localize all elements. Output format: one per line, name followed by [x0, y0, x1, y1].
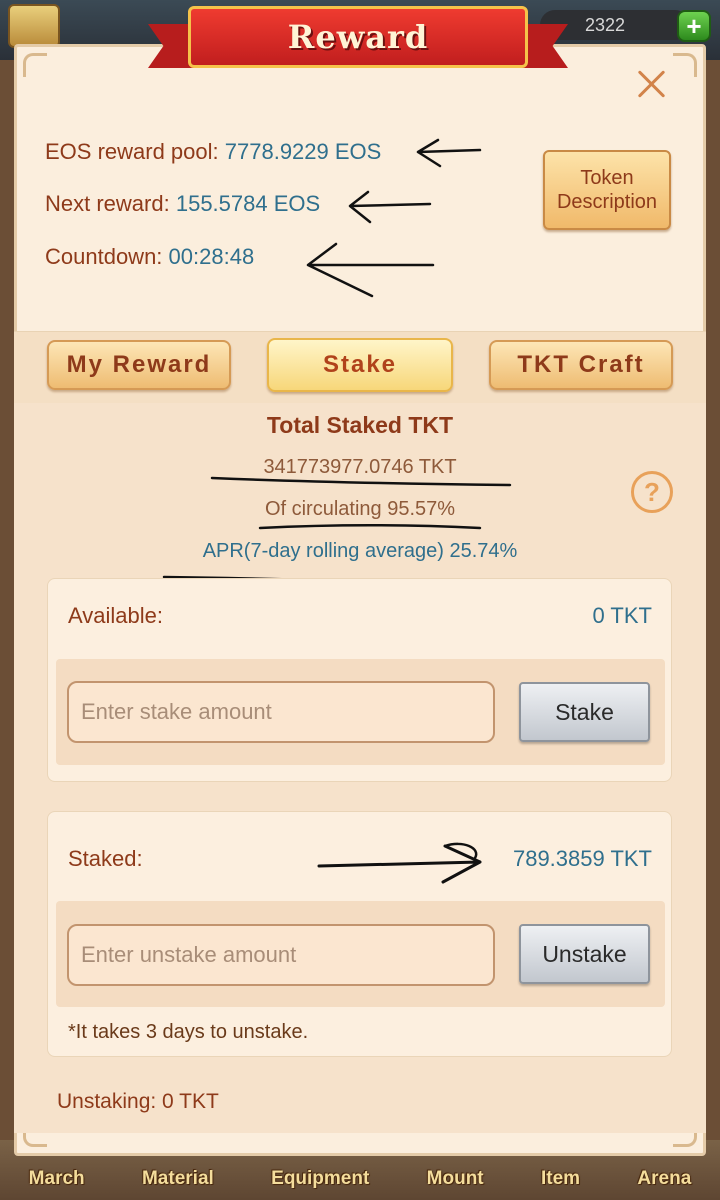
total-staked-heading: Total Staked TKT — [266, 412, 454, 438]
unstaking-status: Unstaking: 0 TKT — [57, 1090, 219, 1113]
help-icon[interactable]: ? — [631, 471, 673, 513]
unstake-button-label: Unstake — [542, 940, 627, 967]
nav-march[interactable]: March — [29, 1168, 85, 1190]
title-ribbon: Reward — [148, 6, 568, 72]
tab-my-reward[interactable]: My Reward — [47, 340, 231, 390]
unstake-amount-input[interactable] — [67, 924, 495, 986]
tab-stake[interactable]: Stake — [267, 338, 453, 392]
corner-ornament — [23, 53, 47, 77]
staked-value: 789.3859 TKT — [512, 846, 652, 871]
nav-mount[interactable]: Mount — [427, 1168, 484, 1190]
countdown-value: 00:28:48 — [168, 244, 255, 269]
nav-equipment[interactable]: Equipment — [271, 1168, 369, 1190]
close-icon[interactable] — [632, 64, 672, 104]
token-button-line-2: Description — [556, 191, 658, 213]
resource-amount: 2322 — [585, 14, 626, 35]
add-resource-button[interactable]: + — [677, 10, 711, 42]
reward-pool-value: 7778.9229 EOS — [224, 139, 382, 164]
staked-label: Staked: — [68, 846, 143, 871]
bottom-nav: March Material Equipment Mount Item Aren… — [0, 1158, 720, 1200]
countdown-label: Countdown: — [45, 244, 163, 269]
stake-amount-input[interactable] — [67, 681, 495, 743]
reward-pool-label: EOS reward pool: — [45, 139, 219, 164]
background-right — [706, 60, 720, 1140]
reward-pool-line: EOS reward pool: 7778.9229 EOS — [45, 139, 381, 165]
total-staked-value: 341773977.0746 TKT — [263, 456, 457, 478]
available-value: 0 TKT — [592, 603, 652, 628]
next-reward-label: Next reward: — [45, 191, 170, 216]
circulating-percent: Of circulating 95.57% — [264, 498, 456, 520]
token-button-line-1: Token — [580, 167, 634, 189]
tab-my-reward-label: My Reward — [66, 351, 212, 378]
token-description-button[interactable]: Token Description — [543, 150, 671, 230]
tab-stake-label: Stake — [322, 351, 398, 378]
background-left — [0, 60, 14, 1140]
nav-item[interactable]: Item — [541, 1168, 580, 1190]
next-reward-value: 155.5784 EOS — [175, 191, 321, 216]
stake-button[interactable]: Stake — [519, 682, 650, 742]
nav-arena[interactable]: Arena — [637, 1168, 691, 1190]
available-label: Available: — [68, 603, 163, 628]
dialog-title: Reward — [287, 18, 429, 56]
apr-value: APR(7-day rolling average) 25.74% — [202, 540, 518, 562]
unstake-note: *It takes 3 days to unstake. — [68, 1021, 309, 1043]
countdown-line: Countdown: 00:28:48 — [45, 244, 254, 270]
scroll-icon[interactable] — [8, 4, 60, 48]
stake-button-label: Stake — [555, 698, 614, 725]
corner-ornament — [673, 53, 697, 77]
next-reward-line: Next reward: 155.5784 EOS — [45, 191, 320, 217]
tab-tkt-craft-label: TKT Craft — [517, 351, 645, 378]
tab-tkt-craft[interactable]: TKT Craft — [489, 340, 673, 390]
nav-material[interactable]: Material — [142, 1168, 214, 1190]
unstake-button[interactable]: Unstake — [519, 924, 650, 984]
ribbon-body: Reward — [188, 6, 528, 68]
